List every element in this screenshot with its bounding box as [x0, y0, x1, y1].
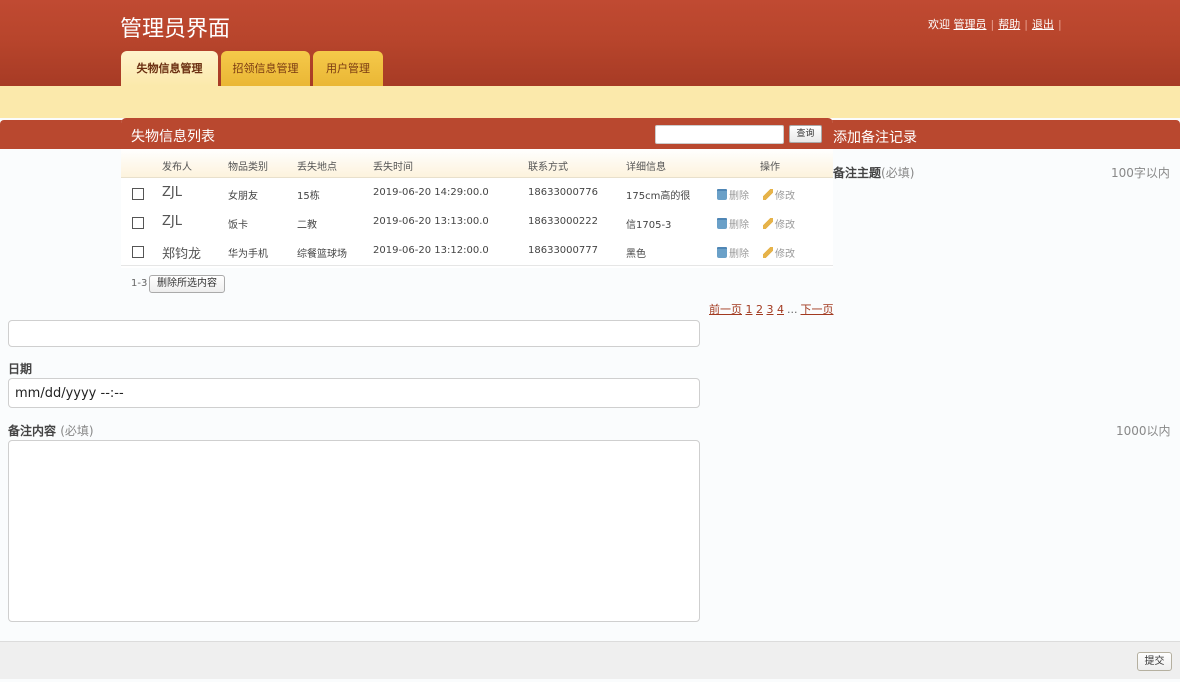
- date-input[interactable]: mm/dd/yyyy --:--: [8, 378, 700, 408]
- column-header: 联系方式: [528, 162, 568, 173]
- place-cell: 15栋: [297, 191, 320, 202]
- column-header: 操作: [760, 162, 780, 173]
- edit-row-button[interactable]: 修改: [763, 245, 795, 260]
- list-header: 失物信息列表 查询: [121, 118, 833, 149]
- note-form-title: 添加备注记录: [833, 130, 917, 146]
- phone-cell: 18633000777: [528, 245, 598, 256]
- help-link[interactable]: 帮助: [998, 18, 1020, 31]
- note-content-textarea[interactable]: [8, 440, 700, 622]
- note-subject-limit: 100字以内: [1111, 166, 1170, 180]
- delete-selected-button[interactable]: 删除所选内容: [149, 275, 225, 293]
- table-header: 发布人 物品类别 丢失地点 丢失时间 联系方式 详细信息 操作: [121, 149, 833, 178]
- row-checkbox[interactable]: [132, 188, 144, 200]
- note-content-limit: 1000以内: [1116, 424, 1171, 438]
- column-header: 详细信息: [626, 162, 666, 173]
- detail-cell: 信1705-3: [626, 220, 672, 231]
- note-subject-label: 备注主题(必填): [833, 164, 914, 181]
- top-header: 管理员界面 欢迎 管理员 | 帮助 | 退出 | 失物信息管理 招领信息管理 用户管理: [0, 0, 1180, 86]
- welcome-text: 欢迎: [928, 18, 950, 31]
- delete-label: 删除: [729, 249, 749, 260]
- category-cell: 女朋友: [228, 191, 258, 202]
- sub-nav-bar: [0, 86, 1180, 118]
- page-link-3[interactable]: 3: [767, 303, 774, 316]
- search-input[interactable]: [655, 125, 784, 144]
- edit-row-button[interactable]: 修改: [763, 216, 795, 231]
- submit-button[interactable]: 提交: [1137, 652, 1172, 671]
- site-title: 管理员界面: [120, 17, 231, 42]
- form-footer: [0, 641, 1180, 679]
- pagination: 前一页 1 2 3 4... 下一页: [709, 301, 834, 317]
- row-checkbox[interactable]: [132, 217, 144, 229]
- date-label: 日期: [8, 362, 33, 376]
- trash-icon: [717, 218, 727, 229]
- user-link[interactable]: 管理员: [954, 18, 987, 31]
- column-header: 丢失地点: [297, 162, 337, 173]
- pencil-icon: [763, 189, 773, 200]
- trash-icon: [717, 189, 727, 200]
- separator: |: [990, 18, 995, 31]
- publisher-cell: ZJL: [162, 185, 182, 200]
- search-button[interactable]: 查询: [789, 125, 822, 143]
- note-subject-hint: (必填): [881, 166, 915, 180]
- tab-found-items[interactable]: 招领信息管理: [221, 51, 310, 86]
- trash-icon: [717, 247, 727, 258]
- pagination-ellipsis: ...: [787, 303, 798, 316]
- note-subject-input[interactable]: [8, 320, 700, 347]
- edit-label: 修改: [775, 220, 795, 231]
- result-range: 1-3: [131, 278, 148, 289]
- time-cell: 2019-06-20 13:13:00.0: [373, 216, 489, 227]
- delete-row-button[interactable]: 删除: [717, 187, 749, 202]
- tab-lost-items[interactable]: 失物信息管理: [121, 51, 218, 86]
- delete-label: 删除: [729, 191, 749, 202]
- category-cell: 饭卡: [228, 220, 248, 231]
- prev-page-link[interactable]: 前一页: [709, 303, 742, 316]
- pencil-icon: [763, 218, 773, 229]
- detail-cell: 175cm高的很: [626, 191, 691, 202]
- note-content-label: 备注内容 (必填): [8, 422, 94, 439]
- note-content-hint: (必填): [60, 424, 94, 438]
- pencil-icon: [763, 247, 773, 258]
- column-header: 物品类别: [228, 162, 268, 173]
- column-header: 发布人: [162, 162, 192, 173]
- category-cell: 华为手机: [228, 249, 268, 260]
- list-title: 失物信息列表: [131, 129, 215, 145]
- row-checkbox[interactable]: [132, 246, 144, 258]
- user-links: 欢迎 管理员 | 帮助 | 退出 |: [928, 16, 1066, 32]
- edit-row-button[interactable]: 修改: [763, 187, 795, 202]
- publisher-cell: 郑钧龙: [162, 247, 202, 262]
- delete-label: 删除: [729, 220, 749, 231]
- delete-row-button[interactable]: 删除: [717, 245, 749, 260]
- page-link-2[interactable]: 2: [756, 303, 763, 316]
- logout-link[interactable]: 退出: [1032, 18, 1054, 31]
- edit-label: 修改: [775, 191, 795, 202]
- detail-cell: 黑色: [626, 249, 646, 260]
- separator: |: [1057, 18, 1062, 31]
- lost-items-panel: 失物信息列表 查询 发布人 物品类别 丢失地点 丢失时间 联系方式 详细信息 操…: [121, 118, 833, 268]
- edit-label: 修改: [775, 249, 795, 260]
- page-link-1[interactable]: 1: [746, 303, 753, 316]
- phone-cell: 18633000776: [528, 187, 598, 198]
- place-cell: 二教: [297, 220, 317, 231]
- table-row: 郑钧龙 华为手机 综餐篮球场 2019-06-20 13:12:00.0 186…: [121, 236, 833, 266]
- note-subject-label-text: 备注主题: [833, 166, 882, 180]
- note-content-label-text: 备注内容: [8, 424, 57, 438]
- table-row: ZJL 饭卡 二教 2019-06-20 13:13:00.0 18633000…: [121, 207, 833, 237]
- page-link-4[interactable]: 4: [777, 303, 784, 316]
- separator: |: [1024, 18, 1028, 31]
- delete-row-button[interactable]: 删除: [717, 216, 749, 231]
- time-cell: 2019-06-20 13:12:00.0: [373, 245, 489, 256]
- tab-users[interactable]: 用户管理: [313, 51, 383, 86]
- next-page-link[interactable]: 下一页: [801, 303, 834, 316]
- phone-cell: 18633000222: [528, 216, 598, 227]
- table-row: ZJL 女朋友 15栋 2019-06-20 14:29:00.0 186330…: [121, 178, 833, 208]
- place-cell: 综餐篮球场: [297, 249, 347, 260]
- time-cell: 2019-06-20 14:29:00.0: [373, 187, 489, 198]
- column-header: 丢失时间: [373, 162, 413, 173]
- publisher-cell: ZJL: [162, 214, 182, 229]
